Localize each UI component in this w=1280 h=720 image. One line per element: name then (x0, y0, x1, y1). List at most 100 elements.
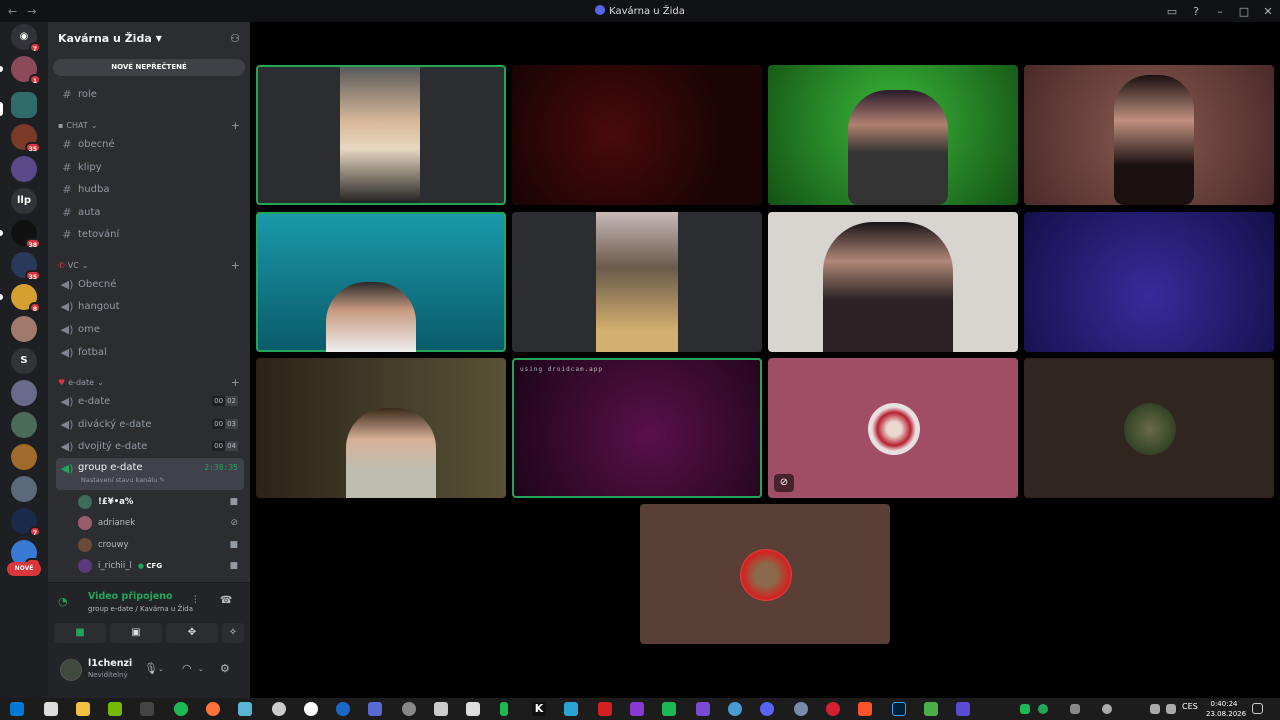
brave-icon[interactable] (858, 702, 872, 716)
app-icon[interactable] (500, 702, 508, 716)
tray-icon[interactable] (1102, 704, 1112, 714)
video-tile[interactable] (512, 212, 762, 352)
tray-icon[interactable] (1038, 704, 1048, 714)
voice-channel-ome[interactable]: ◀) ome (56, 319, 244, 339)
server-header[interactable]: Kavárna u Žida ▼ ⚇ (48, 22, 250, 54)
voice-member[interactable]: !£¥•a% ■ (78, 492, 244, 512)
photoshop-icon[interactable] (892, 702, 906, 716)
avatar[interactable] (60, 659, 82, 681)
microphone-icon[interactable]: 🎙︎ (144, 662, 158, 675)
clock-icon[interactable] (304, 702, 318, 716)
app-icon[interactable] (272, 702, 286, 716)
app-icon[interactable] (402, 702, 416, 716)
app-icon[interactable] (368, 702, 382, 716)
voice-channel-edate[interactable]: ◀) e-date 00 02 (56, 391, 244, 411)
channel-obecne[interactable]: # obecné (56, 134, 244, 154)
server-icon[interactable]: 8 (11, 284, 41, 313)
activities-button[interactable]: ✥ (166, 623, 218, 643)
video-tile[interactable] (768, 212, 1018, 352)
video-tile[interactable] (512, 65, 762, 205)
category-vc[interactable]: ✆ VC ⌄ + (58, 258, 244, 272)
disconnect-icon[interactable]: ☎ (220, 595, 232, 606)
new-servers-badge[interactable]: NOVÉ (7, 562, 41, 576)
channel-auta[interactable]: # auta (56, 202, 244, 222)
server-icon[interactable]: 1 (11, 56, 41, 85)
opera-icon[interactable] (826, 702, 840, 716)
screen-share-button[interactable]: ▣ (110, 623, 162, 643)
tray-icon[interactable] (1070, 704, 1080, 714)
camera-button[interactable]: ■ (54, 623, 106, 643)
app-icon[interactable] (956, 702, 970, 716)
inbox-icon[interactable]: ▭ (1160, 5, 1184, 18)
kick-icon[interactable]: K (532, 702, 546, 716)
video-tile[interactable] (256, 212, 506, 352)
server-icon[interactable]: 38 (11, 220, 41, 249)
channel-tetovani[interactable]: # tetování (56, 224, 244, 244)
video-tile[interactable]: using droidcam.app (512, 358, 762, 498)
voice-channel-obecne[interactable]: ◀) Obecné (56, 274, 244, 294)
server-icon[interactable]: 35 (11, 252, 41, 281)
settings-gear-icon[interactable]: ⚙ (220, 662, 230, 675)
server-icon[interactable] (11, 316, 37, 342)
clock[interactable]: 0:40:24 23.08.2026 (1206, 699, 1246, 719)
tray-icon[interactable] (1020, 704, 1030, 714)
app-icon[interactable] (238, 702, 252, 716)
signal-icon[interactable]: ◔ (58, 595, 68, 608)
video-tile[interactable] (256, 65, 506, 205)
app-icon[interactable] (466, 702, 480, 716)
video-tile[interactable] (1024, 358, 1274, 498)
chevron-down-icon[interactable]: ⌄ (198, 665, 204, 673)
voice-location[interactable]: group e-date / Kavárna u Žida (88, 605, 193, 613)
discord-home-icon[interactable]: ◉ 7 (11, 24, 41, 53)
server-icon[interactable]: llp (11, 188, 37, 214)
soundboard-button[interactable]: ✧ (222, 623, 244, 643)
server-icon[interactable] (11, 444, 37, 470)
start-icon[interactable] (10, 702, 24, 716)
server-icon[interactable] (11, 156, 37, 182)
app-icon[interactable] (662, 702, 676, 716)
server-icon[interactable] (11, 476, 37, 502)
channel-status[interactable]: Nastavení stavu kanálu ✎ (81, 476, 165, 484)
voice-channel-dvojity-edate[interactable]: ◀) dvojitý e-date 00 04 (56, 436, 244, 456)
app-icon[interactable] (564, 702, 578, 716)
invite-people-icon[interactable]: ⚇ (230, 32, 240, 45)
app-icon[interactable] (630, 702, 644, 716)
add-channel-icon[interactable]: + (231, 376, 240, 389)
notifications-icon[interactable] (1252, 703, 1263, 714)
video-tile[interactable] (1024, 212, 1274, 352)
server-icon[interactable] (11, 92, 37, 118)
discord-icon[interactable] (760, 702, 774, 716)
headphones-icon[interactable]: ◠ (182, 662, 192, 675)
voice-member[interactable]: adrianek ⊘ (78, 513, 244, 533)
username[interactable]: l1chenzi (88, 658, 132, 669)
noise-suppression-icon[interactable]: ⫶ (194, 595, 197, 606)
server-icon[interactable]: 7 (11, 508, 41, 537)
steam-icon[interactable] (336, 702, 350, 716)
network-icon[interactable] (1150, 704, 1160, 714)
app-icon[interactable] (794, 702, 808, 716)
app-icon[interactable] (696, 702, 710, 716)
app-icon[interactable] (140, 702, 154, 716)
chevron-down-icon[interactable]: ⌄ (158, 665, 164, 673)
add-channel-icon[interactable]: + (231, 119, 240, 132)
video-tile[interactable] (256, 358, 506, 498)
video-tile[interactable] (640, 504, 890, 644)
firefox-icon[interactable] (206, 702, 220, 716)
server-icon[interactable]: S (11, 348, 37, 374)
folder-icon[interactable] (76, 702, 90, 716)
channel-klipy[interactable]: # klipy (56, 157, 244, 177)
voice-channel-fotbal[interactable]: ◀) fotbal (56, 342, 244, 362)
volume-icon[interactable] (1166, 704, 1176, 714)
spotify-icon[interactable] (174, 702, 188, 716)
minimize-icon[interactable]: – (1208, 5, 1232, 18)
category-edate[interactable]: ♥ e-date ⌄ + (58, 375, 244, 389)
server-icon[interactable]: 35 (11, 124, 41, 153)
video-tile[interactable] (768, 65, 1018, 205)
server-icon[interactable] (11, 380, 37, 406)
maximize-icon[interactable]: □ (1232, 5, 1256, 18)
app-icon[interactable] (924, 702, 938, 716)
app-icon[interactable] (108, 702, 122, 716)
calculator-icon[interactable] (434, 702, 448, 716)
voice-member[interactable]: i_richii_l ● CFG ■ (78, 556, 244, 576)
video-tile[interactable] (1024, 65, 1274, 205)
